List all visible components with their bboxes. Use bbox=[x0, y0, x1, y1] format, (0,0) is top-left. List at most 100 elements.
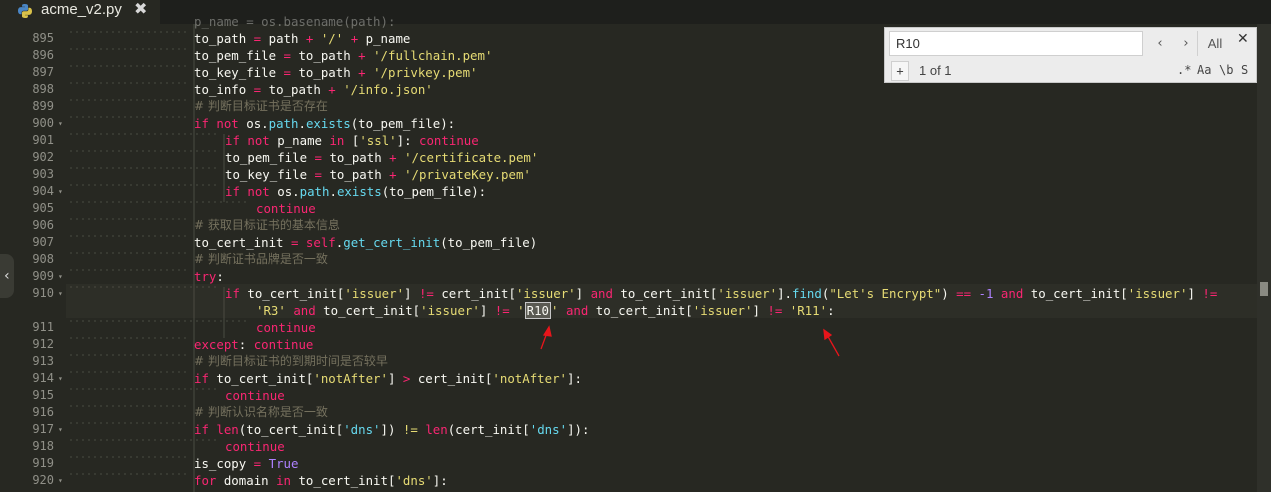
vertical-scrollbar[interactable] bbox=[1257, 24, 1271, 492]
code-token: '/' bbox=[320, 31, 344, 46]
code-token: to_path bbox=[298, 48, 351, 63]
fold-arrow-icon[interactable]: ▾ bbox=[58, 289, 63, 298]
code-token: is_copy bbox=[194, 456, 247, 471]
selection-toggle[interactable]: S bbox=[1241, 63, 1248, 77]
code-token: continue bbox=[419, 133, 479, 148]
code-token: to_key_file bbox=[194, 65, 277, 80]
code-line-895: to_path = path + '/' + p_name bbox=[194, 30, 410, 47]
fold-arrow-icon[interactable]: ▾ bbox=[58, 119, 63, 128]
code-token: ]: bbox=[567, 371, 582, 386]
code-token: '/privkey.pem' bbox=[373, 65, 478, 80]
code-line-907: to_cert_init = self.get_cert_init(to_pem… bbox=[194, 234, 537, 251]
code-token: to_cert_init[ bbox=[291, 473, 396, 488]
scrollbar-thumb[interactable] bbox=[1260, 282, 1268, 296]
find-prev-button[interactable]: ‹ bbox=[1147, 31, 1173, 56]
code-token: True bbox=[268, 456, 299, 471]
code-token: != bbox=[767, 303, 783, 318]
line-number: 904 bbox=[32, 184, 54, 198]
code-token: p_name bbox=[269, 133, 330, 148]
code-token: to_cert_init[ bbox=[588, 303, 693, 318]
code-line-912: except: continue bbox=[194, 336, 313, 353]
code-token: if bbox=[225, 133, 240, 148]
code-token: ] bbox=[575, 286, 591, 301]
fold-arrow-icon[interactable]: ▾ bbox=[58, 476, 63, 485]
code-token: (to_pem_file) bbox=[440, 235, 538, 250]
code-token: : bbox=[238, 337, 254, 352]
code-token: to_key_file bbox=[225, 167, 308, 182]
code-token: to_cert_init[ bbox=[1023, 286, 1128, 301]
code-line-910: if to_cert_init['issuer'] != cert_init['… bbox=[225, 285, 1217, 302]
code-token: + bbox=[350, 65, 374, 80]
line-number: 918 bbox=[32, 439, 54, 453]
code-token: 'issuer' bbox=[515, 286, 576, 301]
code-token: ] bbox=[479, 303, 495, 318]
case-toggle[interactable]: Aa bbox=[1197, 63, 1211, 77]
code-line-904: if not os.path.exists(to_pem_file): bbox=[225, 183, 486, 200]
code-token: path bbox=[268, 31, 299, 46]
code-token: = bbox=[246, 456, 269, 471]
code-token: except bbox=[194, 337, 239, 352]
code-token: to_pem_file bbox=[225, 150, 308, 165]
code-token: os. bbox=[238, 116, 269, 131]
code-token: self bbox=[305, 235, 336, 250]
code-token: ]) bbox=[380, 422, 403, 437]
line-number: 914 bbox=[32, 371, 54, 385]
code-line-902: to_pem_file = to_path + '/certificate.pe… bbox=[225, 149, 538, 166]
code-token: 'notAfter' bbox=[313, 371, 388, 386]
code-token: (to_cert_init[ bbox=[238, 422, 344, 437]
code-token: (cert_init[ bbox=[447, 422, 530, 437]
fold-arrow-icon[interactable]: ▾ bbox=[58, 425, 63, 434]
code-line-914: if to_cert_init['notAfter'] > cert_init[… bbox=[194, 370, 582, 387]
code-token: path bbox=[299, 184, 330, 199]
code-line-916-comment: # 判断认识名称是否一致 bbox=[194, 405, 328, 419]
code-token: + bbox=[298, 31, 321, 46]
line-number: 912 bbox=[32, 337, 54, 351]
code-token: '/privateKey.pem' bbox=[404, 167, 531, 182]
fold-arrow-icon[interactable]: ▾ bbox=[58, 374, 63, 383]
code-token: == bbox=[956, 286, 972, 301]
search-match-highlight: R10 bbox=[524, 302, 551, 319]
find-next-button[interactable]: › bbox=[1173, 31, 1199, 56]
find-panel: ‹ › All ✕ + 1 of 1 .* Aa \b S bbox=[884, 27, 1257, 83]
fold-arrow-icon[interactable]: ▾ bbox=[58, 187, 63, 196]
code-token: + bbox=[350, 48, 374, 63]
code-line-896: to_pem_file = to_path + '/fullchain.pem' bbox=[194, 47, 492, 64]
code-token: [ bbox=[344, 133, 360, 148]
code-token: not bbox=[216, 116, 239, 131]
code-token: + bbox=[381, 167, 405, 182]
code-token: path bbox=[268, 116, 299, 131]
code-token: 'issuer' bbox=[692, 303, 753, 318]
code-token: domain bbox=[216, 473, 277, 488]
code-token: + bbox=[381, 150, 405, 165]
code-token: and bbox=[293, 303, 316, 318]
code-token: 'dns' bbox=[529, 422, 568, 437]
code-token: -1 bbox=[978, 286, 994, 301]
fold-arrow-icon[interactable]: ▾ bbox=[58, 272, 63, 281]
code-token: 'R11' bbox=[789, 303, 828, 318]
sidebar-toggle-chevron-left-icon[interactable]: ‹ bbox=[0, 254, 14, 298]
word-toggle[interactable]: \b bbox=[1219, 63, 1233, 77]
code-token: not bbox=[247, 133, 270, 148]
line-number: 905 bbox=[32, 201, 54, 215]
code-token: = bbox=[307, 150, 330, 165]
line-number: 897 bbox=[32, 65, 54, 79]
code-token: exists bbox=[336, 184, 382, 199]
code-token: to_cert_init[ bbox=[239, 286, 345, 301]
code-token: ' bbox=[517, 303, 525, 318]
find-close-icon[interactable]: ✕ bbox=[1237, 31, 1249, 47]
code-line-918: continue bbox=[225, 439, 285, 454]
code-token: 'issuer' bbox=[717, 286, 778, 301]
regex-toggle[interactable]: .* bbox=[1177, 63, 1191, 77]
code-token: = bbox=[276, 48, 299, 63]
code-line-900: if not os.path.exists(to_pem_file): bbox=[194, 115, 455, 132]
find-all-button[interactable]: All bbox=[1197, 31, 1232, 56]
find-add-button[interactable]: + bbox=[891, 61, 909, 81]
code-token: 'issuer' bbox=[420, 303, 480, 318]
code-token: if bbox=[194, 371, 209, 386]
code-token: to_cert_init[ bbox=[612, 286, 718, 301]
search-input[interactable] bbox=[889, 31, 1143, 56]
line-number: 915 bbox=[32, 388, 54, 402]
